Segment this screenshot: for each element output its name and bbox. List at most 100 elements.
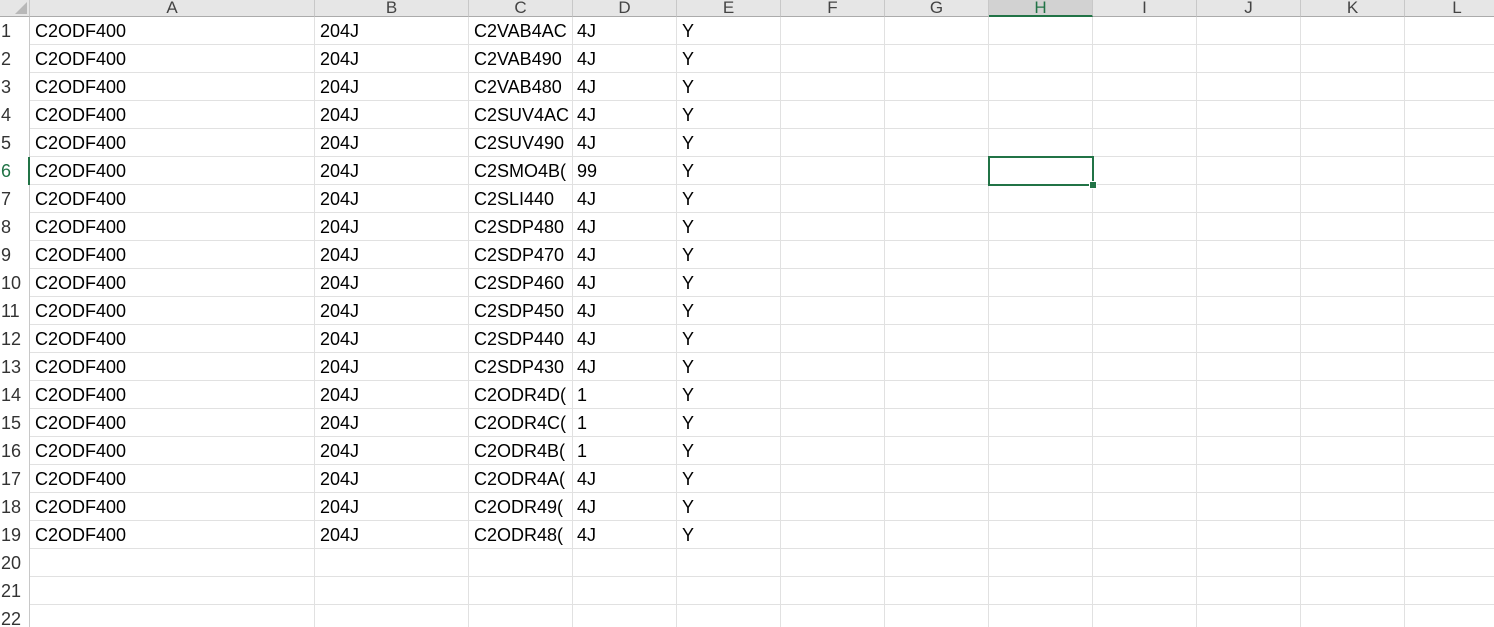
cell-b18[interactable]: 204J <box>315 493 469 521</box>
cell-b16[interactable]: 204J <box>315 437 469 465</box>
cell-a11[interactable]: C2ODF400 <box>30 297 315 325</box>
cell-b6[interactable]: 204J <box>315 157 469 185</box>
cell-d10[interactable]: 4J <box>573 269 677 297</box>
row-header-1[interactable]: 1 <box>0 17 30 45</box>
cell-e5[interactable]: Y <box>677 129 781 157</box>
cell-a19[interactable]: C2ODF400 <box>30 521 315 549</box>
cell-b9[interactable]: 204J <box>315 241 469 269</box>
row-header-8[interactable]: 8 <box>0 213 30 241</box>
cell-c2[interactable]: C2VAB490 <box>469 45 573 73</box>
cell-d3[interactable]: 4J <box>573 73 677 101</box>
column-header-j[interactable]: J <box>1197 0 1301 17</box>
cell-a14[interactable]: C2ODF400 <box>30 381 315 409</box>
cell-c15[interactable]: C2ODR4C( <box>469 409 573 437</box>
cell-e12[interactable]: Y <box>677 325 781 353</box>
cell-e16[interactable]: Y <box>677 437 781 465</box>
row-header-18[interactable]: 18 <box>0 493 30 521</box>
cell-b2[interactable]: 204J <box>315 45 469 73</box>
cell-e3[interactable]: Y <box>677 73 781 101</box>
cell-d5[interactable]: 4J <box>573 129 677 157</box>
row-header-3[interactable]: 3 <box>0 73 30 101</box>
cell-b10[interactable]: 204J <box>315 269 469 297</box>
cell-c6[interactable]: C2SMO4B( <box>469 157 573 185</box>
spreadsheet-grid[interactable]: A B C D E F G H I J K L 1 2 3 4 5 6 7 8 9 10 11 12 13 14 15 16 17 18 1… <box>0 0 1494 627</box>
row-header-5[interactable]: 5 <box>0 129 30 157</box>
row-header-4[interactable]: 4 <box>0 101 30 129</box>
column-header-g[interactable]: G <box>885 0 989 17</box>
cell-a17[interactable]: C2ODF400 <box>30 465 315 493</box>
column-header-l[interactable]: L <box>1405 0 1494 17</box>
cell-c19[interactable]: C2ODR48( <box>469 521 573 549</box>
cell-e19[interactable]: Y <box>677 521 781 549</box>
cell-d7[interactable]: 4J <box>573 185 677 213</box>
row-header-20[interactable]: 20 <box>0 549 30 577</box>
cell-a10[interactable]: C2ODF400 <box>30 269 315 297</box>
cell-b8[interactable]: 204J <box>315 213 469 241</box>
row-header-13[interactable]: 13 <box>0 353 30 381</box>
cell-e7[interactable]: Y <box>677 185 781 213</box>
cell-c12[interactable]: C2SDP440 <box>469 325 573 353</box>
column-header-i[interactable]: I <box>1093 0 1197 17</box>
cell-e15[interactable]: Y <box>677 409 781 437</box>
column-header-d[interactable]: D <box>573 0 677 17</box>
cell-b14[interactable]: 204J <box>315 381 469 409</box>
cell-d9[interactable]: 4J <box>573 241 677 269</box>
cell-a6[interactable]: C2ODF400 <box>30 157 315 185</box>
cell-d14[interactable]: 1 <box>573 381 677 409</box>
cell-b1[interactable]: 204J <box>315 17 469 45</box>
column-header-h[interactable]: H <box>989 0 1093 17</box>
row-header-2[interactable]: 2 <box>0 45 30 73</box>
cell-d8[interactable]: 4J <box>573 213 677 241</box>
cell-b13[interactable]: 204J <box>315 353 469 381</box>
cell-a12[interactable]: C2ODF400 <box>30 325 315 353</box>
cell-e14[interactable]: Y <box>677 381 781 409</box>
cell-b17[interactable]: 204J <box>315 465 469 493</box>
cell-c13[interactable]: C2SDP430 <box>469 353 573 381</box>
cell-e11[interactable]: Y <box>677 297 781 325</box>
cell-c4[interactable]: C2SUV4AC <box>469 101 573 129</box>
row-header-22[interactable]: 22 <box>0 605 30 627</box>
cell-a8[interactable]: C2ODF400 <box>30 213 315 241</box>
cell-e13[interactable]: Y <box>677 353 781 381</box>
column-header-e[interactable]: E <box>677 0 781 17</box>
column-header-c[interactable]: C <box>469 0 573 17</box>
cell-e4[interactable]: Y <box>677 101 781 129</box>
cell-d1[interactable]: 4J <box>573 17 677 45</box>
cell-a1[interactable]: C2ODF400 <box>30 17 315 45</box>
column-header-f[interactable]: F <box>781 0 885 17</box>
cell-a15[interactable]: C2ODF400 <box>30 409 315 437</box>
row-header-10[interactable]: 10 <box>0 269 30 297</box>
cell-b5[interactable]: 204J <box>315 129 469 157</box>
cell-a9[interactable]: C2ODF400 <box>30 241 315 269</box>
cell-a13[interactable]: C2ODF400 <box>30 353 315 381</box>
cell-c14[interactable]: C2ODR4D( <box>469 381 573 409</box>
cell-d17[interactable]: 4J <box>573 465 677 493</box>
select-all-corner[interactable] <box>0 0 30 17</box>
cell-c8[interactable]: C2SDP480 <box>469 213 573 241</box>
cell-e10[interactable]: Y <box>677 269 781 297</box>
row-header-16[interactable]: 16 <box>0 437 30 465</box>
row-header-21[interactable]: 21 <box>0 577 30 605</box>
cell-c16[interactable]: C2ODR4B( <box>469 437 573 465</box>
cell-e1[interactable]: Y <box>677 17 781 45</box>
cell-b7[interactable]: 204J <box>315 185 469 213</box>
cell-d15[interactable]: 1 <box>573 409 677 437</box>
cell-d4[interactable]: 4J <box>573 101 677 129</box>
cell-e9[interactable]: Y <box>677 241 781 269</box>
cell-c10[interactable]: C2SDP460 <box>469 269 573 297</box>
cell-c18[interactable]: C2ODR49( <box>469 493 573 521</box>
cell-e18[interactable]: Y <box>677 493 781 521</box>
cell-c9[interactable]: C2SDP470 <box>469 241 573 269</box>
row-header-7[interactable]: 7 <box>0 185 30 213</box>
cell-c7[interactable]: C2SLI440 <box>469 185 573 213</box>
cell-b15[interactable]: 204J <box>315 409 469 437</box>
cell-a3[interactable]: C2ODF400 <box>30 73 315 101</box>
row-header-12[interactable]: 12 <box>0 325 30 353</box>
row-header-15[interactable]: 15 <box>0 409 30 437</box>
row-header-6[interactable]: 6 <box>0 157 30 185</box>
cell-a5[interactable]: C2ODF400 <box>30 129 315 157</box>
cell-a16[interactable]: C2ODF400 <box>30 437 315 465</box>
cell-e8[interactable]: Y <box>677 213 781 241</box>
cell-b4[interactable]: 204J <box>315 101 469 129</box>
cell-a18[interactable]: C2ODF400 <box>30 493 315 521</box>
